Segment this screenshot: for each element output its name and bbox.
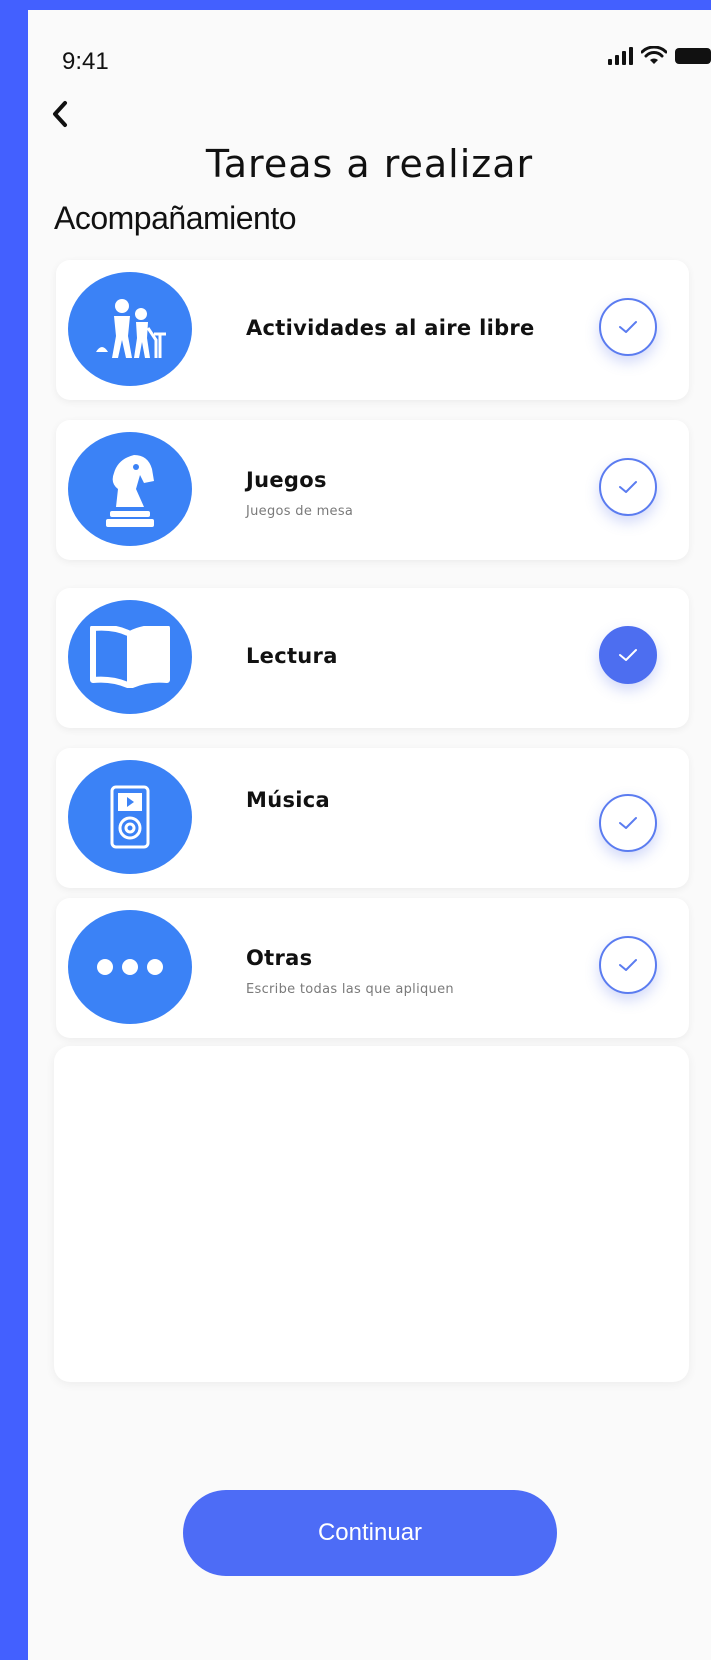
task-card-reading[interactable]: Lectura xyxy=(56,588,689,728)
checkmark-icon xyxy=(619,959,637,971)
task-checkbox-checked[interactable] xyxy=(599,626,657,684)
task-sublabel: Juegos de mesa xyxy=(246,504,354,519)
task-checkbox[interactable] xyxy=(599,794,657,852)
task-checkbox[interactable] xyxy=(599,458,657,516)
music-player-icon xyxy=(68,760,192,874)
checkmark-icon xyxy=(619,817,637,829)
task-checkbox[interactable] xyxy=(599,298,657,356)
checkmark-icon xyxy=(619,321,637,333)
task-sublabel: Escribe todas las que apliquen xyxy=(246,982,454,997)
checkmark-icon xyxy=(619,649,637,661)
task-label: Otras xyxy=(246,946,313,970)
task-card-outdoor[interactable]: Actividades al aire libre xyxy=(56,260,689,400)
continue-button[interactable]: Continuar xyxy=(183,1490,557,1576)
battery-icon xyxy=(675,48,711,64)
signal-icon xyxy=(608,47,633,65)
wifi-icon xyxy=(641,46,667,64)
open-book-icon xyxy=(68,600,192,714)
task-card-music[interactable]: Música xyxy=(56,748,689,888)
chess-knight-icon xyxy=(68,432,192,546)
task-label: Juegos xyxy=(246,468,327,492)
checkmark-icon xyxy=(619,481,637,493)
section-subtitle: Acompañamiento xyxy=(54,200,297,236)
chevron-left-icon xyxy=(53,101,67,127)
task-card-games[interactable]: Juegos Juegos de mesa xyxy=(56,420,689,560)
status-icons xyxy=(608,46,711,66)
task-label: Actividades al aire libre xyxy=(246,316,535,340)
other-tasks-input[interactable] xyxy=(54,1046,689,1382)
outdoor-activity-icon xyxy=(68,272,192,386)
task-label: Música xyxy=(246,788,330,812)
back-button[interactable] xyxy=(40,94,80,134)
page-title: Tareas a realizar xyxy=(205,142,534,186)
task-card-others[interactable]: Otras Escribe todas las que apliquen xyxy=(56,898,689,1038)
phone-screen: 9:41 Tareas a realizar Acompañamiento Ac… xyxy=(28,10,711,1660)
more-dots-icon xyxy=(68,910,192,1024)
status-time: 9:41 xyxy=(62,48,109,75)
task-checkbox[interactable] xyxy=(599,936,657,994)
task-label: Lectura xyxy=(246,644,338,668)
